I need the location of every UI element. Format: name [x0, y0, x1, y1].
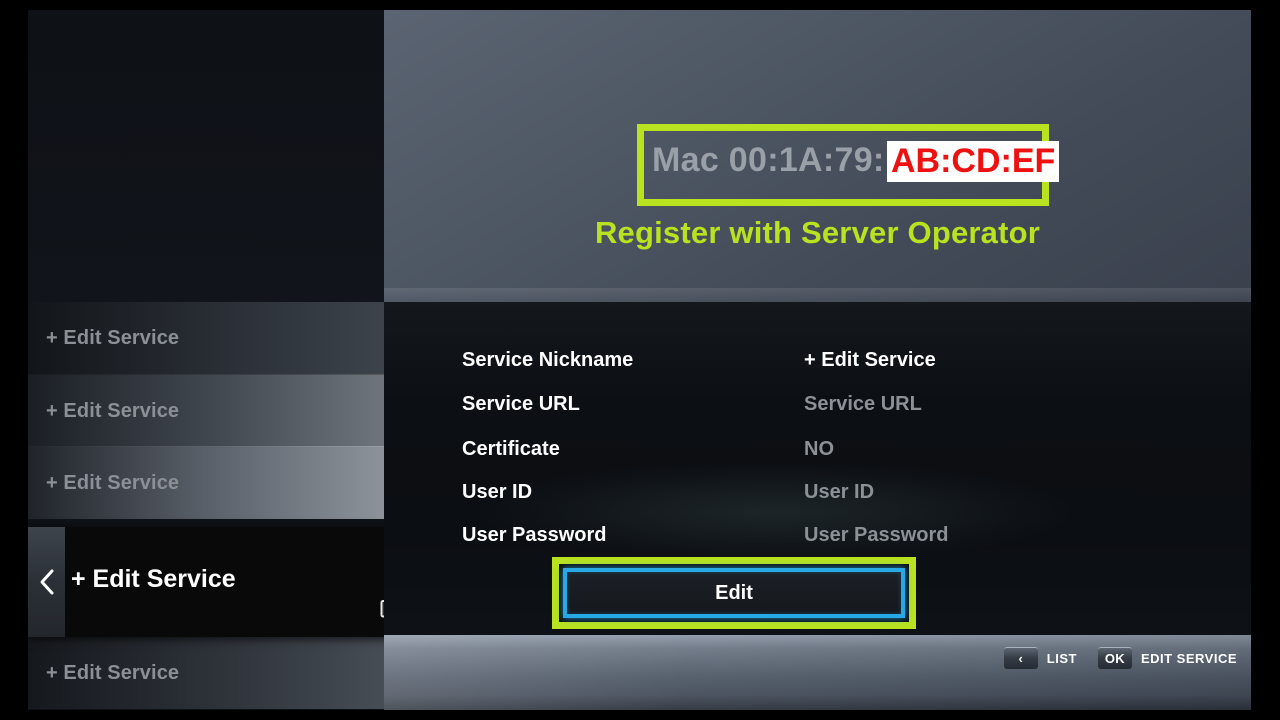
- edit-button[interactable]: Edit: [563, 568, 905, 618]
- register-annotation: Register with Server Operator: [594, 215, 1041, 250]
- list-item-selected[interactable]: + Edit Service: [28, 527, 420, 637]
- form-row[interactable]: Certificate NO: [384, 438, 1251, 482]
- key-hints: ‹ LIST OK EDIT SERVICE: [1003, 647, 1237, 669]
- field-label: User ID: [462, 481, 533, 503]
- field-value: Service URL: [804, 393, 922, 415]
- form-row[interactable]: Service Nickname + Edit Service: [384, 349, 1251, 393]
- hero-banner: Mac 00:1A:79: AB:CD:EF Register with Ser…: [384, 10, 1251, 302]
- field-value: NO: [804, 438, 834, 460]
- list-item[interactable]: + Edit Service: [28, 447, 384, 519]
- tv-content-area: + Edit Service + Edit Service + Edit Ser…: [28, 10, 1251, 710]
- detail-pane: Mac 00:1A:79: AB:CD:EF Register with Ser…: [384, 10, 1251, 710]
- key-hint-edit-service-label: EDIT SERVICE: [1140, 650, 1237, 666]
- list-item-label: + Edit Service: [46, 326, 180, 349]
- field-label: User Password: [462, 524, 607, 546]
- list-item-label: + Edit Service: [46, 661, 180, 684]
- chevron-left-icon: [37, 567, 57, 597]
- field-value: User ID: [804, 481, 875, 503]
- mac-address-prefix: Mac 00:1A:79:: [652, 141, 885, 179]
- form-row[interactable]: User ID User ID: [384, 481, 1251, 525]
- service-form: Service Nickname + Edit Service Service …: [384, 302, 1251, 635]
- form-row[interactable]: Service URL Service URL: [384, 393, 1251, 437]
- field-value: User Password: [804, 524, 949, 546]
- list-item-label: + Edit Service: [46, 399, 180, 422]
- footer-bar: ‹ LIST OK EDIT SERVICE: [384, 635, 1251, 710]
- field-label: Service URL: [462, 393, 580, 415]
- field-label: Service Nickname: [462, 349, 634, 371]
- list-item[interactable]: + Edit Service: [28, 302, 384, 374]
- service-list-sidebar: + Edit Service + Edit Service + Edit Ser…: [28, 10, 420, 710]
- back-button[interactable]: [28, 527, 65, 637]
- key-ok-icon[interactable]: OK: [1097, 647, 1132, 669]
- hero-bottom-band: [384, 288, 1251, 302]
- list-item[interactable]: + Edit Service: [28, 375, 384, 447]
- edit-button-label: Edit: [715, 581, 753, 604]
- list-item-label: + Edit Service: [46, 471, 180, 494]
- field-label: Certificate: [462, 438, 560, 460]
- list-item[interactable]: + Edit Service: [28, 637, 384, 709]
- tv-screen: + Edit Service + Edit Service + Edit Ser…: [0, 0, 1280, 720]
- field-value: + Edit Service: [804, 349, 936, 371]
- selected-item-label: + Edit Service: [71, 565, 236, 593]
- key-back-icon[interactable]: ‹: [1003, 647, 1038, 669]
- key-hint-list-label: LIST: [1046, 650, 1077, 666]
- mac-address-highlight: AB:CD:EF: [887, 141, 1060, 182]
